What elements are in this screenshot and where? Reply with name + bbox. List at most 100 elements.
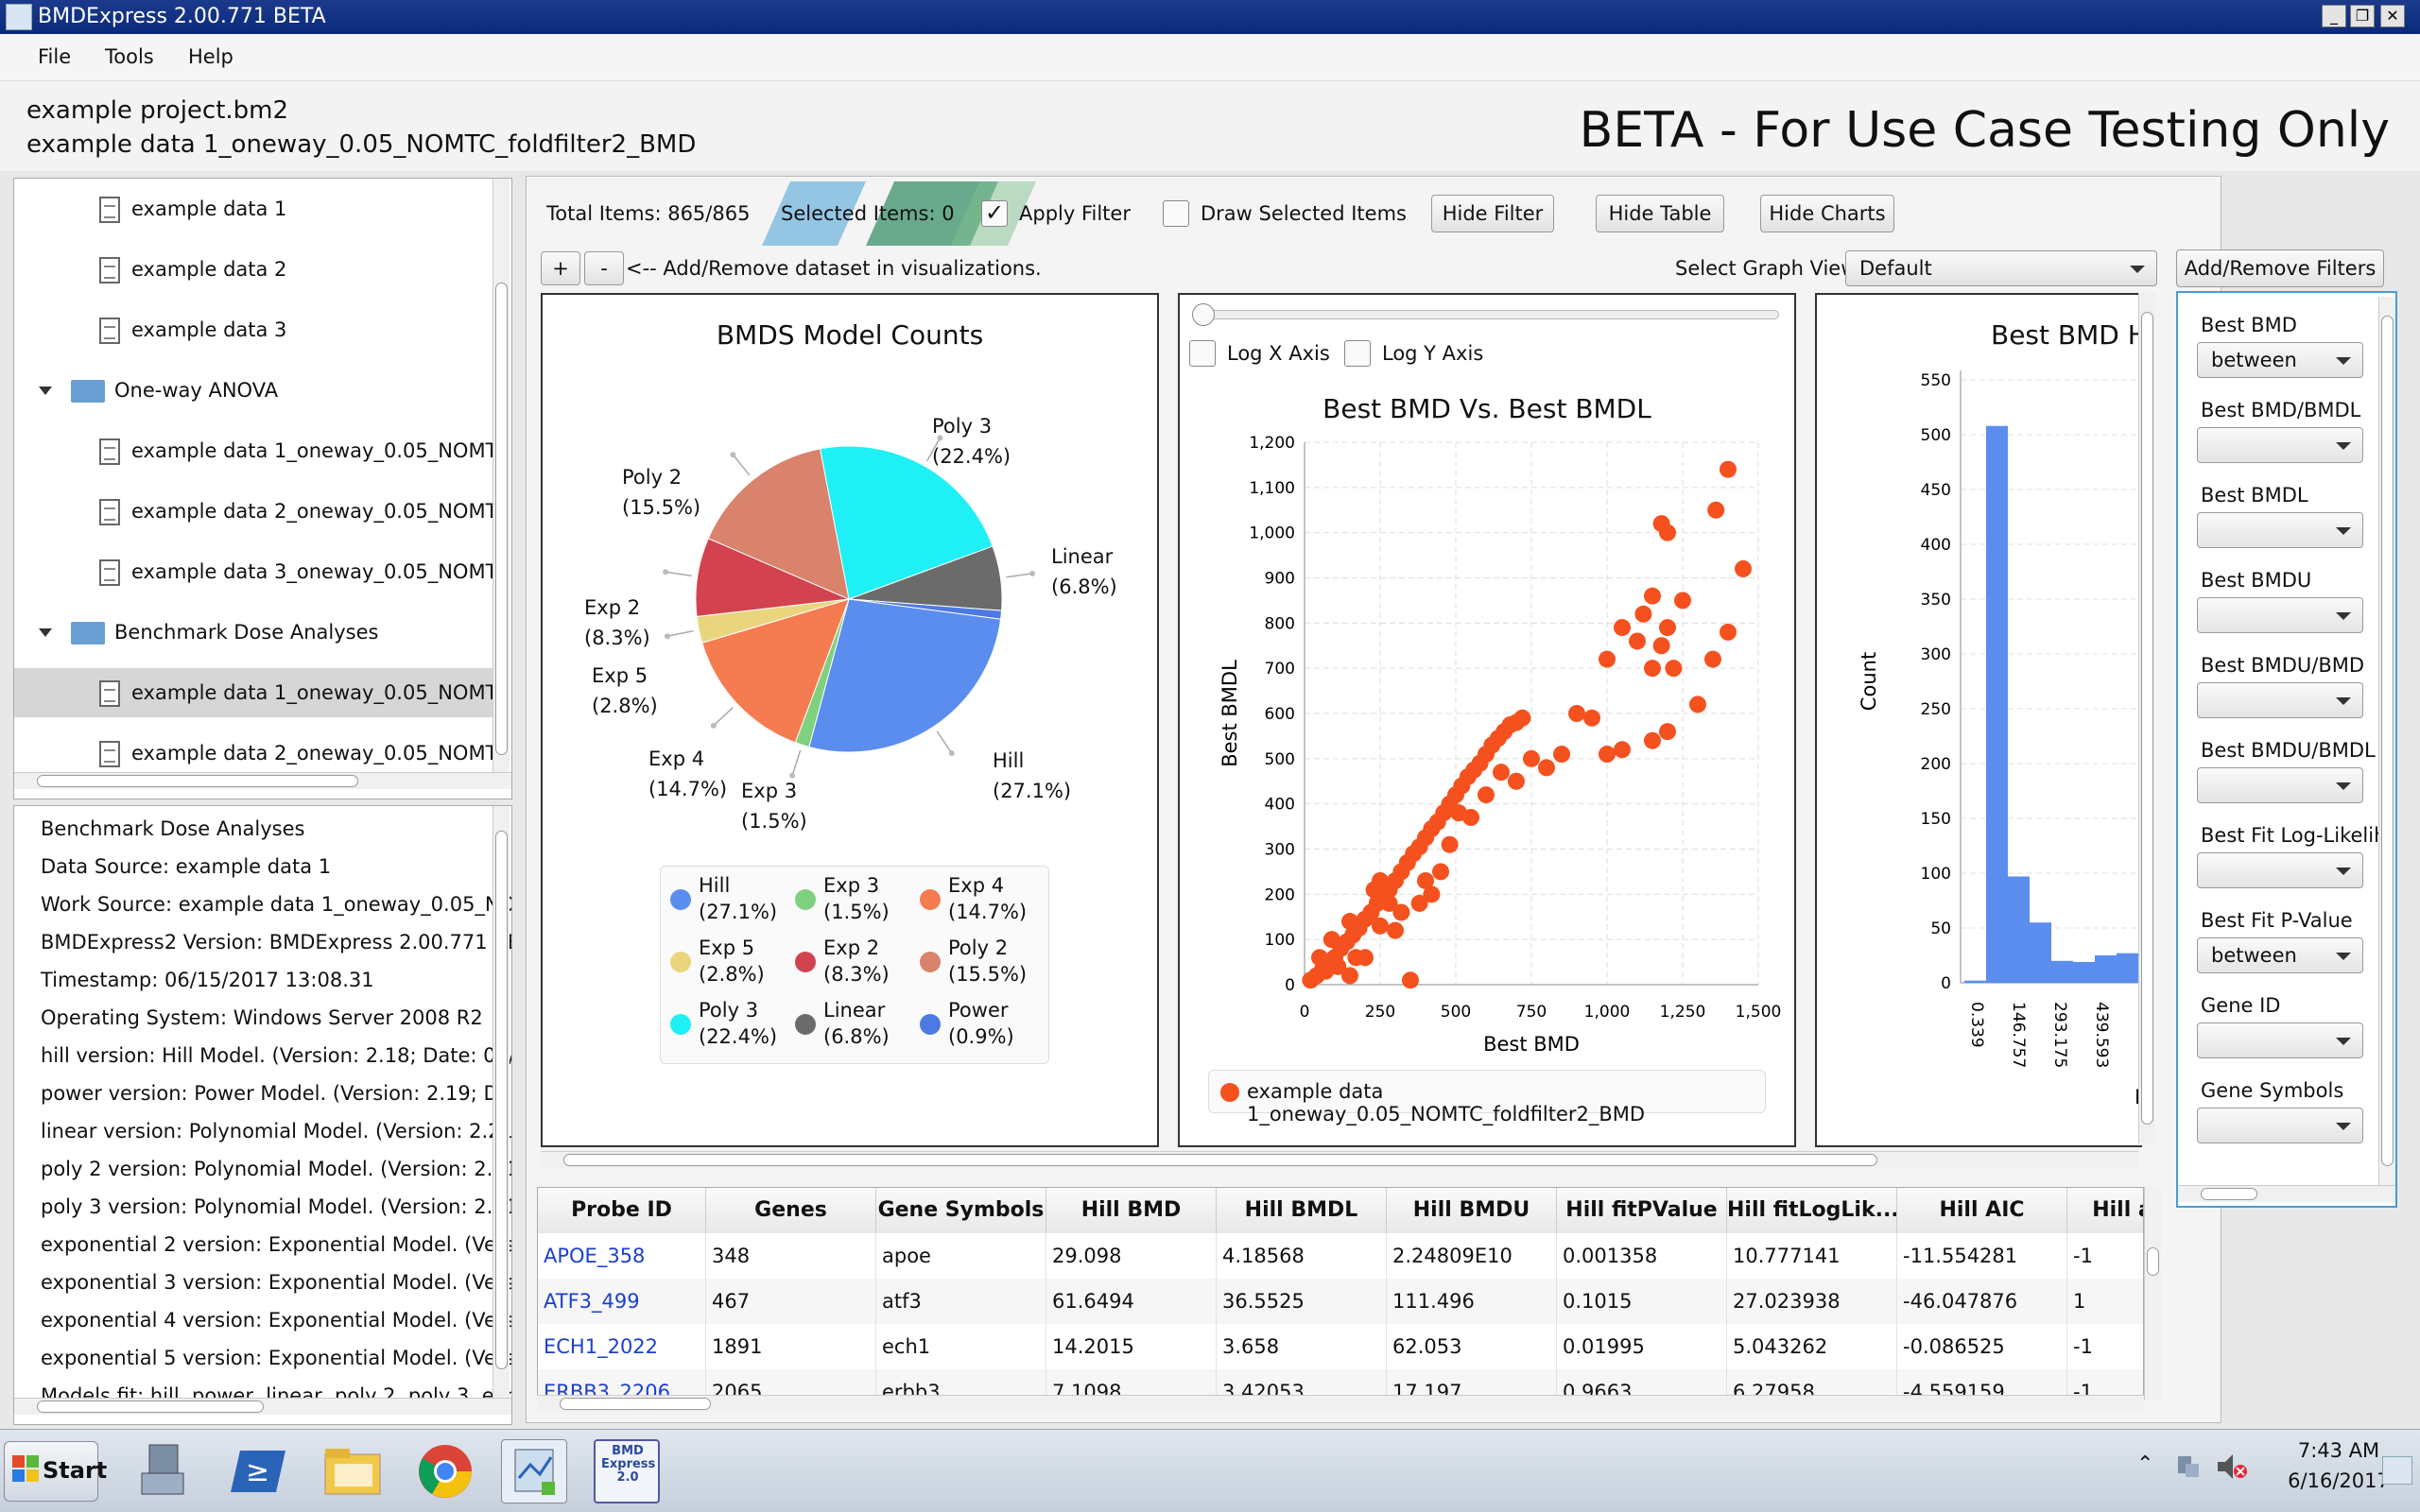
tree-item[interactable]: example data 1_oneway_0.05_NOMT: [99, 674, 497, 712]
scatter-point[interactable]: [1493, 764, 1510, 782]
filter-select[interactable]: [2197, 597, 2363, 633]
scatter-point[interactable]: [1629, 632, 1646, 650]
column-header[interactable]: Hill BMD: [1046, 1188, 1217, 1233]
network-icon[interactable]: [2174, 1452, 2203, 1481]
scatter-point[interactable]: [1644, 660, 1661, 678]
histogram-bar[interactable]: [2117, 953, 2138, 983]
scatter-point[interactable]: [1523, 749, 1540, 767]
tree-scrollbar-v[interactable]: [493, 179, 510, 772]
filter-select[interactable]: [2197, 512, 2363, 548]
histogram-bar[interactable]: [1964, 980, 1986, 983]
scatter-point[interactable]: [1614, 619, 1631, 637]
histogram-bar[interactable]: [2073, 961, 2095, 983]
remove-dataset-button[interactable]: -: [584, 251, 624, 285]
scatter-point[interactable]: [1599, 650, 1616, 668]
powershell-icon[interactable]: ≥: [227, 1439, 293, 1503]
column-header[interactable]: Hill AIC: [1897, 1188, 2067, 1233]
add-dataset-button[interactable]: +: [541, 251, 580, 285]
start-button[interactable]: Start: [4, 1441, 107, 1502]
table-scrollbar-h[interactable]: [537, 1395, 2144, 1412]
filter-select[interactable]: [2197, 767, 2363, 803]
column-header[interactable]: Hill fitLogLik...: [1727, 1188, 1897, 1233]
graph-view-select[interactable]: Default: [1845, 250, 2157, 286]
tree-item[interactable]: example data 1_oneway_0.05_NOMT: [99, 432, 497, 470]
hide-filter-button[interactable]: Hide Filter: [1431, 195, 1554, 232]
show-desktop-icon[interactable]: [2382, 1456, 2412, 1485]
scatter-point[interactable]: [1644, 731, 1661, 749]
add-remove-filters-button[interactable]: Add/Remove Filters: [2176, 249, 2384, 287]
scatter-point[interactable]: [1322, 931, 1340, 949]
probe-id-link[interactable]: ATF3_499: [538, 1279, 706, 1324]
scatter-point[interactable]: [1735, 559, 1752, 577]
scatter-point[interactable]: [1372, 917, 1389, 935]
histogram-bar[interactable]: [1986, 425, 2008, 984]
scatter-point[interactable]: [1659, 723, 1676, 741]
expand-arrow-icon[interactable]: [39, 387, 52, 395]
expand-arrow-icon[interactable]: [39, 628, 52, 637]
filter-select[interactable]: [2197, 427, 2363, 463]
table-row[interactable]: ATF3_499 467 atf3 61.6494 36.5525 111.496 0.10…: [538, 1279, 2143, 1324]
apply-filter-checkbox[interactable]: ✓: [981, 199, 1008, 227]
scatter-point[interactable]: [1720, 460, 1737, 478]
scatter-point[interactable]: [1599, 746, 1616, 764]
histogram-bar[interactable]: [2095, 955, 2117, 983]
tree-item[interactable]: Benchmark Dose Analyses: [39, 613, 378, 651]
probe-id-link[interactable]: ECH1_2022: [538, 1324, 706, 1369]
restore-button[interactable]: ❐: [2350, 5, 2375, 27]
scatter-point[interactable]: [1568, 705, 1585, 722]
histogram-bar[interactable]: [2008, 876, 2030, 983]
column-header[interactable]: Hill BMDL: [1217, 1188, 1387, 1233]
column-header[interactable]: Hill BMDU: [1387, 1188, 1557, 1233]
scatter-point[interactable]: [1704, 650, 1721, 668]
scatter-point[interactable]: [1387, 921, 1404, 939]
scatter-point[interactable]: [1513, 709, 1531, 727]
server-manager-icon[interactable]: [132, 1439, 199, 1503]
scatter-point[interactable]: [1341, 913, 1358, 931]
filter-select[interactable]: between: [2197, 342, 2363, 378]
scatter-point[interactable]: [1652, 637, 1670, 655]
tray-chevron-icon[interactable]: ⌃: [2136, 1452, 2153, 1476]
scatter-point[interactable]: [1583, 709, 1600, 727]
histogram-bar[interactable]: [2051, 960, 2073, 983]
tree-item[interactable]: example data 2_oneway_0.05_NOMT: [99, 734, 497, 772]
scatter-point[interactable]: [1372, 871, 1389, 889]
info-scrollbar-v[interactable]: [493, 806, 510, 1398]
scatter-point[interactable]: [1462, 809, 1479, 827]
column-header[interactable]: Probe ID: [538, 1188, 706, 1233]
table-row[interactable]: APOE_358 348 apoe 29.098 4.18568 2.24809E10 0.…: [538, 1233, 2143, 1279]
tree-scrollbar-h[interactable]: [14, 772, 511, 789]
chrome-icon[interactable]: [412, 1439, 478, 1503]
histogram-bar[interactable]: [2030, 922, 2051, 983]
scatter-point[interactable]: [1508, 772, 1525, 790]
tree-item[interactable]: One-way ANOVA: [39, 371, 278, 409]
draw-selected-checkbox[interactable]: [1163, 200, 1189, 227]
filter-scrollbar-v[interactable]: [2378, 297, 2395, 1185]
scatter-point[interactable]: [1707, 501, 1725, 519]
tree-item[interactable]: example data 2: [99, 250, 286, 288]
column-header[interactable]: Gene Symbols: [876, 1188, 1046, 1233]
charts-scrollbar-v[interactable]: [2138, 293, 2155, 1143]
table-scrollbar-v[interactable]: [2144, 1187, 2161, 1400]
filter-select[interactable]: [2197, 1108, 2363, 1143]
scatter-point[interactable]: [1652, 515, 1670, 533]
tree-item[interactable]: example data 3: [99, 311, 286, 349]
probe-id-link[interactable]: APOE_358: [538, 1233, 706, 1279]
column-header[interactable]: Genes: [706, 1188, 876, 1233]
menu-tools[interactable]: Tools: [105, 45, 154, 68]
scatter-point[interactable]: [1665, 660, 1683, 678]
bmdexpress-taskbar-icon[interactable]: BMD Express 2.0: [594, 1439, 660, 1503]
scatter-point[interactable]: [1659, 619, 1676, 637]
scatter-point[interactable]: [1441, 835, 1459, 853]
scatter-point[interactable]: [1478, 786, 1495, 804]
filter-select[interactable]: [2197, 852, 2363, 888]
filter-scrollbar-h[interactable]: [2178, 1185, 2395, 1202]
column-header[interactable]: Hill adve: [2067, 1188, 2143, 1233]
close-button[interactable]: ✕: [2380, 5, 2405, 27]
filter-select[interactable]: between: [2197, 937, 2363, 973]
tree-item[interactable]: example data 3_oneway_0.05_NOMT: [99, 553, 497, 591]
scatter-point[interactable]: [1402, 971, 1419, 989]
scatter-point[interactable]: [1720, 623, 1737, 641]
scatter-point[interactable]: [1392, 903, 1410, 921]
filter-select[interactable]: [2197, 682, 2363, 718]
scatter-point[interactable]: [1432, 863, 1449, 881]
